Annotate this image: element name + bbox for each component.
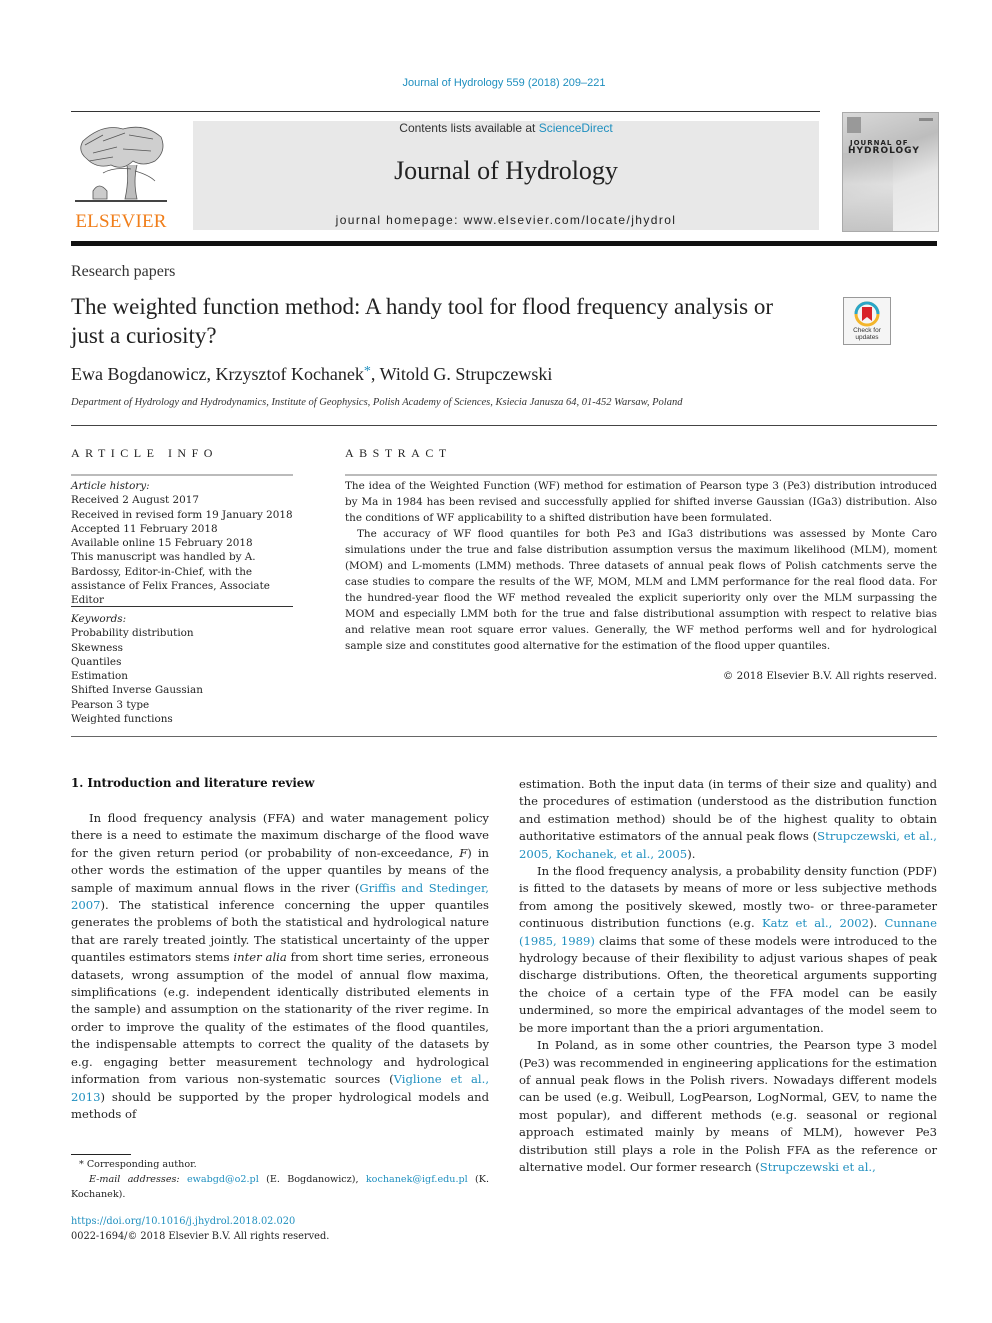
email-link-kochanek[interactable]: kochanek@igf.edu.pl — [366, 1174, 468, 1185]
italic-text: inter alia — [233, 950, 287, 965]
abstract-rule — [345, 474, 937, 476]
section-heading: 1. Introduction and literature review — [71, 776, 315, 790]
affiliation: Department of Hydrology and Hydrodynamic… — [71, 397, 683, 408]
author-name[interactable]: Witold G. Strupczewski — [380, 364, 553, 384]
corresponding-author-mark[interactable]: * — [364, 364, 371, 379]
abstract-heading: ABSTRACT — [345, 446, 452, 460]
text-run: ) should be supported by the proper hydr… — [71, 1089, 489, 1121]
history-entry: This manuscript was handled by A. Bardos… — [71, 551, 270, 607]
text-run: In flood frequency analysis (FFA) and wa… — [71, 811, 489, 860]
keywords-label: Keywords: — [71, 613, 127, 625]
keyword[interactable]: Probability distribution — [71, 626, 301, 640]
citation-link[interactable]: Katz et al., 2002 — [762, 916, 869, 930]
cover-artwork — [843, 153, 893, 231]
body-paragraph: In Poland, as in some other countries, t… — [519, 1037, 937, 1176]
text-run: ). — [869, 916, 885, 931]
front-matter-bottom-rule — [71, 736, 937, 737]
article-info-heading: ARTICLE INFO — [71, 446, 218, 460]
article-history-label: Article history: — [71, 480, 150, 492]
body-paragraph: In flood frequency analysis (FFA) and wa… — [71, 810, 489, 1123]
journal-citation-link[interactable]: Journal of Hydrology 559 (2018) 209–221 — [0, 77, 992, 89]
keyword[interactable]: Estimation — [71, 669, 301, 683]
email-note: E-mail addresses: ewabgd@o2.pl (E. Bogda… — [71, 1174, 490, 1200]
issn-copyright: 0022-1694/© 2018 Elsevier B.V. All right… — [71, 1231, 330, 1242]
history-entry: Received in revised form 19 January 2018 — [71, 508, 293, 521]
cover-issn-mark — [919, 118, 933, 121]
keywords-rule — [71, 606, 293, 607]
text-run: In Poland, as in some other countries, t… — [519, 1038, 937, 1174]
body-paragraph: estimation. Both the input data (in term… — [519, 776, 937, 863]
elsevier-tree-icon — [75, 126, 167, 202]
contents-prefix: Contents lists available at — [399, 121, 539, 135]
doi-link[interactable]: https://doi.org/10.1016/j.jhydrol.2018.0… — [71, 1216, 295, 1227]
text-run: ). — [687, 846, 696, 861]
keywords: Keywords: Probability distribution Skewne… — [71, 612, 301, 726]
email-label: E-mail addresses: — [89, 1174, 180, 1185]
cover-title-line2: HYDROLOGY — [848, 146, 920, 156]
keyword[interactable]: Skewness — [71, 641, 301, 655]
abstract-body: The idea of the Weighted Function (WF) m… — [345, 478, 937, 654]
cover-publisher-icon — [847, 117, 861, 133]
check-for-updates-button[interactable]: Check for updates — [843, 297, 891, 345]
header-rule — [71, 111, 820, 112]
author-list: Ewa Bogdanowicz, Krzysztof Kochanek*, Wi… — [71, 364, 553, 384]
keyword[interactable]: Weighted functions — [71, 712, 301, 726]
abstract-paragraph: The idea of the Weighted Function (WF) m… — [345, 480, 937, 524]
elsevier-wordmark: ELSEVIER — [75, 211, 167, 232]
abstract-copyright: © 2018 Elsevier B.V. All rights reserved… — [722, 670, 937, 682]
text-run: from short time series, erroneous datase… — [71, 950, 489, 1087]
sciencedirect-link[interactable]: ScienceDirect — [539, 121, 613, 135]
footnote-rule — [71, 1154, 131, 1155]
text-run: claims that some of these models were in… — [519, 933, 937, 1035]
paper-title: The weighted function method: A handy to… — [71, 294, 773, 348]
email-link-bogdanowicz[interactable]: ewabgd@o2.pl — [187, 1174, 259, 1185]
check-updates-label: Check for updates — [853, 327, 881, 341]
contents-line: Contents lists available at ScienceDirec… — [193, 121, 819, 135]
history-entry: Accepted 11 February 2018 — [71, 522, 218, 535]
article-history: Article history: Received 2 August 2017 R… — [71, 479, 301, 608]
journal-cover-image[interactable]: JOURNAL OF HYDROLOGY — [842, 112, 939, 232]
keyword-list: Probability distribution Skewness Quantile… — [71, 626, 301, 726]
article-info-rule — [71, 474, 293, 476]
abstract-paragraph: The accuracy of WF flood quantiles for b… — [345, 528, 937, 652]
journal-banner: Contents lists available at ScienceDirec… — [193, 121, 819, 230]
body-column-left: In flood frequency analysis (FFA) and wa… — [71, 810, 489, 1123]
journal-title: Journal of Hydrology — [394, 156, 618, 185]
history-entry: Received 2 August 2017 — [71, 494, 199, 507]
keyword[interactable]: Pearson 3 type — [71, 698, 301, 712]
citation-link[interactable]: Strupczewski et al., — [760, 1160, 876, 1174]
article-section-label: Research papers — [71, 263, 176, 280]
header-thick-rule — [71, 241, 937, 246]
keyword[interactable]: Shifted Inverse Gaussian — [71, 683, 301, 697]
body-column-right: estimation. Both the input data (in term… — [519, 776, 937, 1176]
journal-homepage[interactable]: journal homepage: www.elsevier.com/locat… — [193, 213, 819, 227]
title-block-rule — [71, 425, 937, 426]
elsevier-logo[interactable]: ELSEVIER — [71, 121, 171, 233]
history-entry: Available online 15 February 2018 — [71, 537, 253, 550]
check-updates-icon — [854, 301, 880, 327]
corresponding-author-note: * Corresponding author. — [79, 1159, 197, 1170]
article-history-list: Received 2 August 2017 Received in revise… — [71, 493, 301, 607]
author-name[interactable]: Krzysztof Kochanek — [215, 364, 363, 384]
keyword[interactable]: Quantiles — [71, 655, 301, 669]
footnotes: * Corresponding author. E-mail addresses… — [71, 1157, 489, 1202]
body-paragraph: In the flood frequency analysis, a proba… — [519, 863, 937, 1037]
author-name[interactable]: Ewa Bogdanowicz — [71, 364, 206, 384]
